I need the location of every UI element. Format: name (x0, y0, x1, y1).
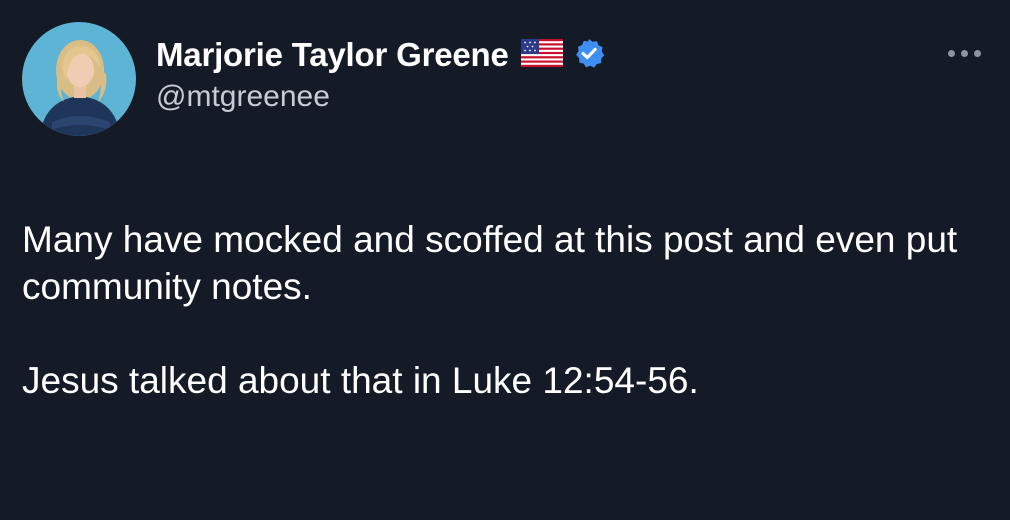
user-handle[interactable]: @mtgreenee (156, 80, 605, 114)
more-dot (961, 50, 968, 57)
tweet-card: Marjorie Taylor Greene @mtgreenee Many h… (0, 0, 1010, 520)
verified-badge-icon[interactable] (573, 37, 605, 74)
us-flag-icon (520, 38, 563, 72)
display-name-row: Marjorie Taylor Greene (156, 36, 605, 74)
more-options-icon[interactable] (948, 50, 981, 57)
tweet-paragraph: Many have mocked and scoffed at this pos… (22, 219, 958, 307)
display-name[interactable]: Marjorie Taylor Greene (156, 36, 509, 74)
more-dot (948, 50, 955, 57)
avatar[interactable] (22, 22, 136, 136)
tweet-header: Marjorie Taylor Greene @mtgreenee (22, 22, 605, 136)
tweet-text: Many have mocked and scoffed at this pos… (22, 216, 992, 404)
more-dot (974, 50, 981, 57)
author-names: Marjorie Taylor Greene @mtgreenee (156, 36, 605, 114)
tweet-paragraph: Jesus talked about that in Luke 12:54-56… (22, 360, 699, 401)
